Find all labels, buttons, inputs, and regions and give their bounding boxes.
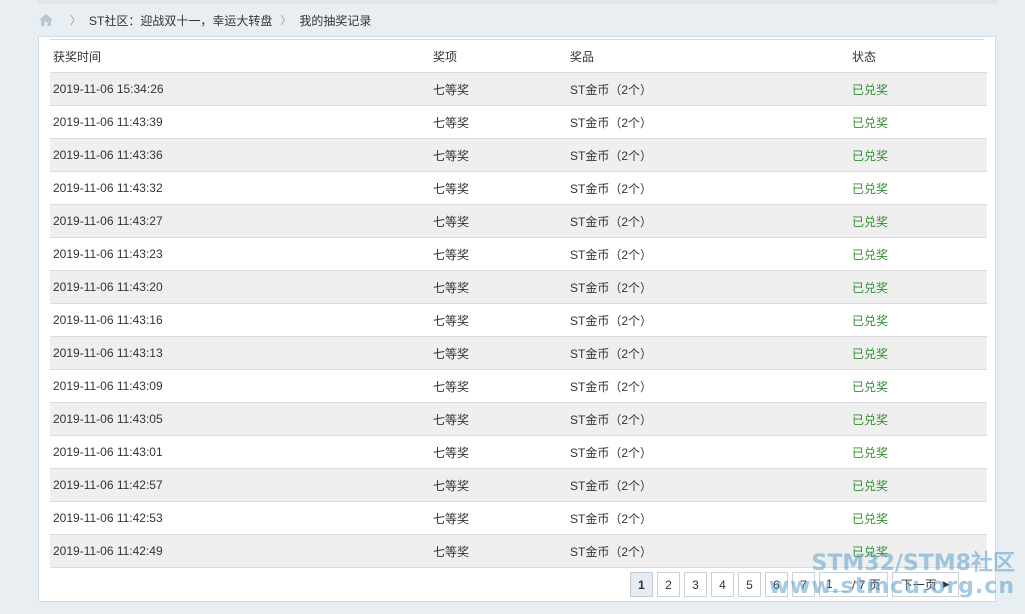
cell-level: 七等奖 (430, 138, 567, 172)
cell-prize: ST金币（2个） (567, 336, 849, 370)
cell-time: 2019-11-06 11:42:57 (50, 468, 430, 502)
table-row: 2019-11-06 11:43:20 七等奖 ST金币（2个） 已兑奖 (50, 270, 987, 304)
page-4-button[interactable]: 4 (711, 572, 734, 597)
cell-prize: ST金币（2个） (567, 270, 849, 304)
cell-status: 已兑奖 (849, 468, 987, 502)
page-2-button[interactable]: 2 (657, 572, 680, 597)
cell-status: 已兑奖 (849, 435, 987, 469)
cell-level: 七等奖 (430, 501, 567, 535)
breadcrumb-item-event[interactable]: ST社区：迎战双十一，幸运大转盘 (89, 12, 272, 29)
cell-level: 七等奖 (430, 237, 567, 271)
table-header-row: 获奖时间 奖项 奖品 状态 (50, 40, 987, 73)
cell-level: 七等奖 (430, 468, 567, 502)
chevron-right-icon: 〉 (70, 15, 81, 27)
cell-time: 2019-11-06 11:43:13 (50, 336, 430, 370)
breadcrumb-item-current: 我的抽奖记录 (299, 13, 372, 28)
cell-time: 2019-11-06 11:43:23 (50, 237, 430, 271)
cell-status: 已兑奖 (849, 204, 987, 238)
cell-prize: ST金币（2个） (567, 369, 849, 403)
table-row: 2019-11-06 11:42:57 七等奖 ST金币（2个） 已兑奖 (50, 468, 987, 502)
cell-prize: ST金币（2个） (567, 468, 849, 502)
cell-time: 2019-11-06 15:34:26 (50, 72, 430, 106)
cell-level: 七等奖 (430, 72, 567, 106)
page-1-button[interactable]: 1 (630, 572, 653, 597)
cell-level: 七等奖 (430, 171, 567, 205)
cell-time: 2019-11-06 11:43:20 (50, 270, 430, 304)
cell-level: 七等奖 (430, 270, 567, 304)
cell-level: 七等奖 (430, 204, 567, 238)
cell-status: 已兑奖 (849, 369, 987, 403)
cell-time: 2019-11-06 11:43:27 (50, 204, 430, 238)
cell-prize: ST金币（2个） (567, 237, 849, 271)
cell-status: 已兑奖 (849, 72, 987, 106)
cell-prize: ST金币（2个） (567, 105, 849, 139)
table-row: 2019-11-06 11:43:09 七等奖 ST金币（2个） 已兑奖 (50, 369, 987, 403)
cell-status: 已兑奖 (849, 171, 987, 205)
cell-status: 已兑奖 (849, 402, 987, 436)
site-watermark: STM32/STM8社区 www.stmcu.org.cn (769, 552, 1015, 598)
watermark-title: STM32/STM8社区 (811, 551, 1015, 576)
table-row: 2019-11-06 11:43:05 七等奖 ST金币（2个） 已兑奖 (50, 402, 987, 436)
cell-level: 七等奖 (430, 303, 567, 337)
page-3-button[interactable]: 3 (684, 572, 707, 597)
cell-time: 2019-11-06 11:43:09 (50, 369, 430, 403)
cell-prize: ST金币（2个） (567, 402, 849, 436)
cell-status: 已兑奖 (849, 105, 987, 139)
lottery-records-table: 获奖时间 奖项 奖品 状态 2019-11-06 15:34:26 七等奖 ST金币… (50, 40, 987, 568)
table-row: 2019-11-06 15:34:26 七等奖 ST金币（2个） 已兑奖 (50, 72, 987, 106)
cell-status: 已兑奖 (849, 138, 987, 172)
cell-level: 七等奖 (430, 336, 567, 370)
cell-level: 七等奖 (430, 105, 567, 139)
cell-status: 已兑奖 (849, 336, 987, 370)
top-strip (38, 0, 998, 4)
cell-time: 2019-11-06 11:43:16 (50, 303, 430, 337)
cell-prize: ST金币（2个） (567, 171, 849, 205)
cell-status: 已兑奖 (849, 237, 987, 271)
table-row: 2019-11-06 11:43:13 七等奖 ST金币（2个） 已兑奖 (50, 336, 987, 370)
cell-level: 七等奖 (430, 369, 567, 403)
table-row: 2019-11-06 11:43:36 七等奖 ST金币（2个） 已兑奖 (50, 138, 987, 172)
table-row: 2019-11-06 11:43:27 七等奖 ST金币（2个） 已兑奖 (50, 204, 987, 238)
table-row: 2019-11-06 11:42:53 七等奖 ST金币（2个） 已兑奖 (50, 501, 987, 535)
cell-time: 2019-11-06 11:43:32 (50, 171, 430, 205)
column-header-prize: 奖品 (567, 40, 849, 73)
column-header-level: 奖项 (430, 40, 567, 73)
cell-prize: ST金币（2个） (567, 303, 849, 337)
cell-prize: ST金币（2个） (567, 204, 849, 238)
table-row: 2019-11-06 11:43:01 七等奖 ST金币（2个） 已兑奖 (50, 435, 987, 469)
cell-prize: ST金币（2个） (567, 138, 849, 172)
cell-level: 七等奖 (430, 402, 567, 436)
table-row: 2019-11-06 11:43:16 七等奖 ST金币（2个） 已兑奖 (50, 303, 987, 337)
page-5-button[interactable]: 5 (738, 572, 761, 597)
chevron-right-icon: 〉 (280, 15, 292, 27)
home-icon[interactable] (38, 13, 54, 27)
watermark-url: www.stmcu.org.cn (768, 574, 1015, 600)
cell-status: 已兑奖 (849, 270, 987, 304)
cell-status: 已兑奖 (849, 303, 987, 337)
cell-time: 2019-11-06 11:42:49 (50, 534, 430, 568)
breadcrumb: 〉 ST社区：迎战双十一，幸运大转盘 〉 我的抽奖记录 (38, 10, 371, 30)
cell-time: 2019-11-06 11:43:36 (50, 138, 430, 172)
cell-level: 七等奖 (430, 435, 567, 469)
column-header-status: 状态 (849, 40, 987, 73)
cell-status: 已兑奖 (849, 501, 987, 535)
cell-prize: ST金币（2个） (567, 501, 849, 535)
cell-prize: ST金币（2个） (567, 435, 849, 469)
table-row: 2019-11-06 11:43:32 七等奖 ST金币（2个） 已兑奖 (50, 171, 987, 205)
table-row: 2019-11-06 11:43:39 七等奖 ST金币（2个） 已兑奖 (50, 105, 987, 139)
table-row: 2019-11-06 11:43:23 七等奖 ST金币（2个） 已兑奖 (50, 237, 987, 271)
cell-prize: ST金币（2个） (567, 72, 849, 106)
cell-level: 七等奖 (430, 534, 567, 568)
column-header-time: 获奖时间 (50, 40, 430, 73)
cell-time: 2019-11-06 11:42:53 (50, 501, 430, 535)
cell-time: 2019-11-06 11:43:39 (50, 105, 430, 139)
cell-time: 2019-11-06 11:43:01 (50, 435, 430, 469)
records-panel: 获奖时间 奖项 奖品 状态 2019-11-06 15:34:26 七等奖 ST金币… (38, 36, 996, 602)
cell-time: 2019-11-06 11:43:05 (50, 402, 430, 436)
